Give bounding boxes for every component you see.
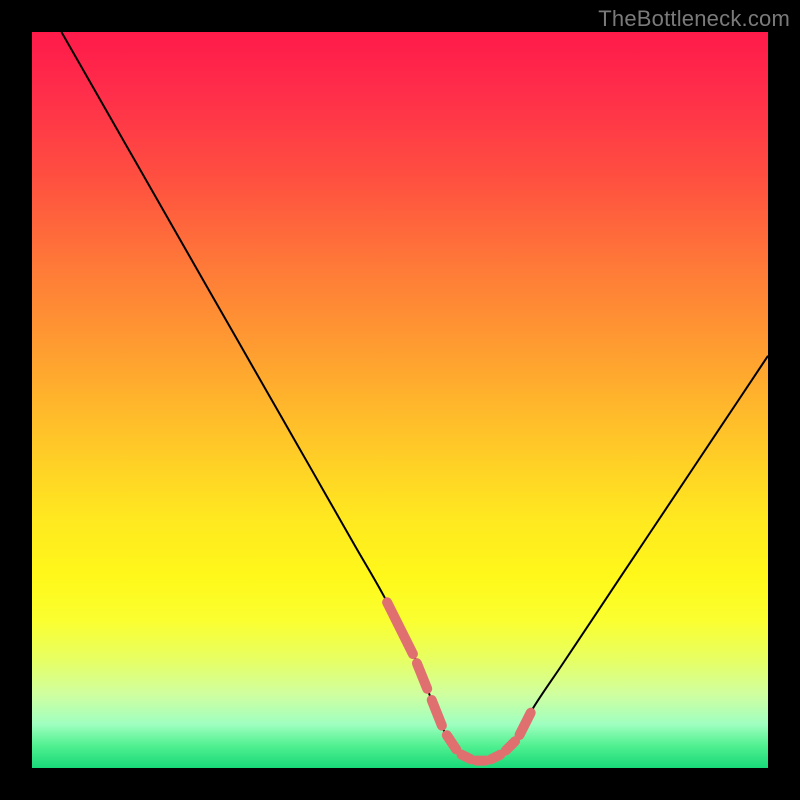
watermark-text: TheBottleneck.com — [598, 6, 790, 32]
highlight-stroke — [417, 663, 427, 689]
highlight-stroke — [387, 602, 413, 654]
highlight-stroke — [491, 755, 500, 760]
highlight-strokes — [387, 602, 531, 760]
highlight-stroke — [520, 713, 531, 735]
highlight-stroke — [432, 700, 442, 726]
highlight-stroke — [462, 755, 472, 760]
plot-area — [32, 32, 768, 768]
curve-svg — [32, 32, 768, 768]
highlight-stroke — [447, 735, 456, 749]
highlight-stroke — [506, 741, 515, 750]
